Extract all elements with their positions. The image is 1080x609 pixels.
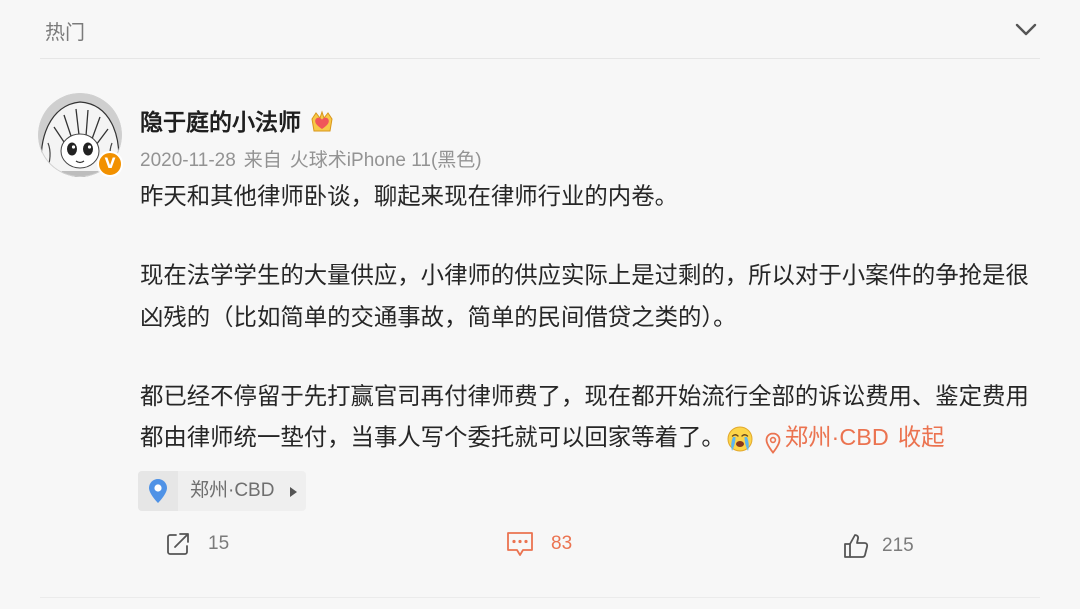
post-bottom-divider <box>40 597 1040 598</box>
post-date[interactable]: 2020-11-28 <box>140 148 236 174</box>
post-meta: 2020-11-28 来自 火球术iPhone 11(黑色) <box>140 148 482 174</box>
caret-right-icon <box>288 485 298 497</box>
verified-badge-icon: V <box>97 151 123 177</box>
post-text-last-line: 都由律师统一垫付，当事人写个委托就可以回家等着了。 郑州·CBD 收起 <box>140 417 945 457</box>
crown-heart-icon[interactable] <box>309 110 335 134</box>
post-text-line: 凶残的（比如简单的交通事故，简单的民间借贷之类的）。 <box>140 304 737 330</box>
share-icon <box>164 530 192 558</box>
map-pin-icon <box>138 471 178 511</box>
repost-count: 15 <box>208 533 230 554</box>
post-text-line: 都已经不停留于先打赢官司再付律师费了，现在都开始流行全部的诉讼费用、鉴定费用 <box>140 383 1029 409</box>
header-divider <box>40 58 1040 59</box>
post-text-line: 都由律师统一垫付，当事人写个委托就可以回家等着了。 <box>140 424 725 450</box>
crying-face-icon <box>727 424 753 452</box>
section-title: 热门 <box>45 22 85 44</box>
thumbs-up-icon <box>842 532 870 560</box>
repost-button[interactable]: 15 <box>164 530 229 558</box>
map-pin-icon[interactable] <box>765 426 781 454</box>
post-text-line: 现在法学学生的大量供应，小律师的供应实际上是过剩的，所以对于小案件的争抢是很 <box>140 262 1029 288</box>
like-count: 215 <box>882 535 914 556</box>
source-prefix: 来自 <box>243 150 282 171</box>
location-link[interactable]: 郑州·CBD <box>785 417 889 457</box>
post-text-line: 昨天和其他律师卧谈，聊起来现在律师行业的内卷。 <box>140 183 678 209</box>
location-chip[interactable]: 郑州·CBD <box>138 471 307 511</box>
chevron-down-icon[interactable] <box>1012 21 1040 39</box>
post-source: 火球术iPhone 11(黑色) <box>289 150 482 171</box>
author-row: 隐于庭的小法师 <box>140 107 335 137</box>
username[interactable]: 隐于庭的小法师 <box>140 107 301 137</box>
comment-icon <box>505 530 535 558</box>
comment-button[interactable]: 83 <box>505 530 572 558</box>
location-chip-label: 郑州·CBD <box>190 480 275 501</box>
comment-count: 83 <box>551 533 573 554</box>
like-button[interactable]: 215 <box>842 532 914 560</box>
collapse-link[interactable]: 收起 <box>898 417 945 457</box>
